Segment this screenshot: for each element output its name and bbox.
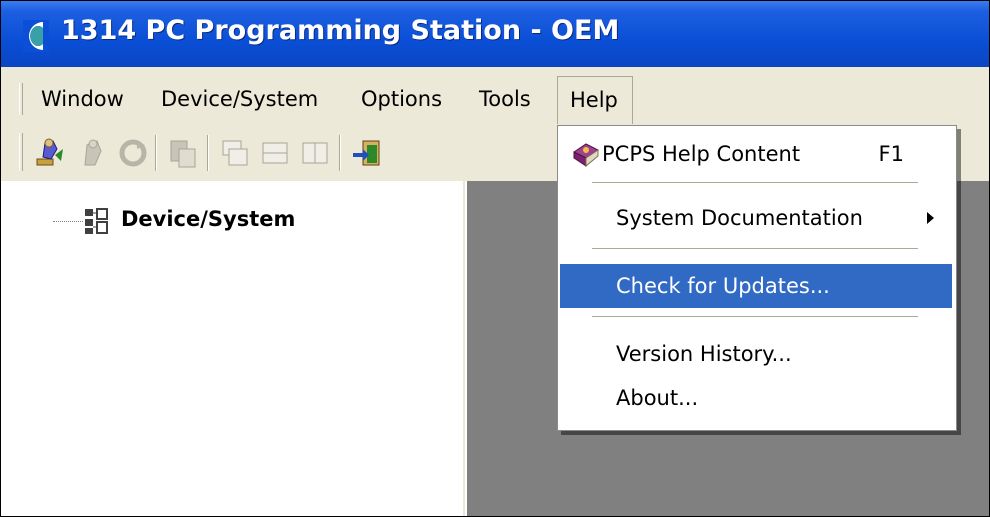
window-title: 1314 PC Programming Station - OEM xyxy=(61,15,620,46)
menu-item-pcps-help-content[interactable]: PCPS Help Content F1 xyxy=(560,132,952,176)
paste-icon[interactable] xyxy=(165,135,201,171)
toolbar-separator xyxy=(155,135,157,171)
menu-item-system-documentation[interactable]: System Documentation xyxy=(560,196,952,240)
refresh-icon[interactable] xyxy=(115,135,151,171)
menu-item-label: Version History... xyxy=(616,342,792,366)
tile-vertical-icon[interactable] xyxy=(297,135,333,171)
toolbar-grip[interactable] xyxy=(19,133,23,171)
menubar-grip[interactable] xyxy=(19,83,23,115)
tile-horizontal-icon[interactable] xyxy=(257,135,293,171)
menu-separator xyxy=(592,316,918,318)
menu-item-check-for-updates[interactable]: Check for Updates... xyxy=(560,264,952,308)
exit-icon[interactable] xyxy=(349,135,385,171)
menu-item-label: PCPS Help Content xyxy=(602,142,801,166)
menu-separator xyxy=(592,182,918,184)
menu-window[interactable]: Window xyxy=(41,87,124,111)
tree-node-device-system[interactable]: Device/System xyxy=(121,207,295,231)
menu-bar: Window Device/System Options Tools Help xyxy=(1,67,989,125)
menu-device-system[interactable]: Device/System xyxy=(161,87,318,111)
device-tree-pane: Device/System xyxy=(1,181,465,516)
connect-icon[interactable] xyxy=(31,135,67,171)
toolbar-separator xyxy=(207,135,209,171)
disconnect-icon[interactable] xyxy=(75,135,111,171)
app-window: 1314 PC Programming Station - OEM Window… xyxy=(0,0,990,517)
menu-item-shortcut: F1 xyxy=(878,142,904,166)
toolbar-separator xyxy=(339,135,341,171)
submenu-arrow-icon xyxy=(927,212,934,224)
menu-item-label: System Documentation xyxy=(616,206,863,230)
menu-help[interactable]: Help xyxy=(557,76,633,124)
menu-item-version-history[interactable]: Version History... xyxy=(560,332,952,376)
menu-separator xyxy=(592,248,918,250)
menu-item-label: About... xyxy=(616,386,699,410)
tree-connector xyxy=(53,221,83,223)
network-tree-icon xyxy=(85,208,108,234)
menu-tools[interactable]: Tools xyxy=(479,87,531,111)
title-bar[interactable]: 1314 PC Programming Station - OEM xyxy=(1,1,989,67)
help-book-icon xyxy=(573,143,599,168)
menu-item-about[interactable]: About... xyxy=(560,376,952,420)
help-menu-dropdown: PCPS Help Content F1 System Documentatio… xyxy=(557,125,957,431)
menu-item-label: Check for Updates... xyxy=(616,274,830,298)
cascade-windows-icon[interactable] xyxy=(217,135,253,171)
menu-options[interactable]: Options xyxy=(361,87,442,111)
app-logo-icon xyxy=(23,20,49,52)
